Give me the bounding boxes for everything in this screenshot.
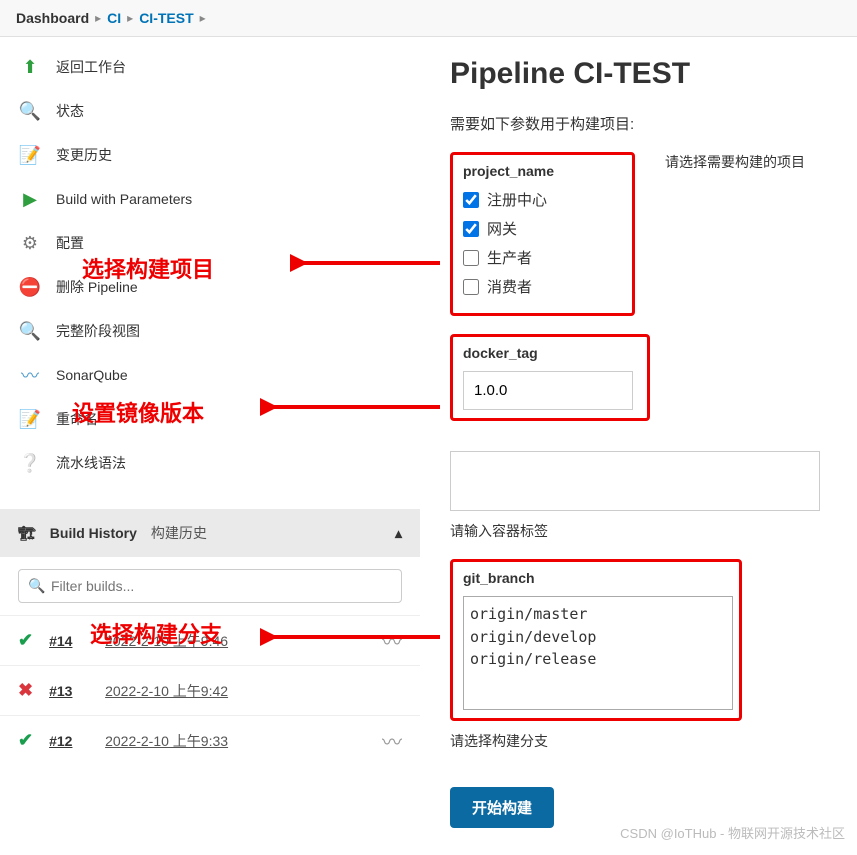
collapse-icon: ▴ xyxy=(395,525,402,542)
project-checkbox[interactable] xyxy=(463,279,479,295)
sidebar-item-label: Build with Parameters xyxy=(56,191,192,207)
build-date-link[interactable]: 2022-2-10 上午9:42 xyxy=(105,681,228,701)
param-label-project: project_name xyxy=(463,163,622,179)
build-date-link[interactable]: 2022-2-10 上午9:46 xyxy=(105,631,228,651)
delete-icon: ⛔ xyxy=(18,275,42,299)
sidebar-item-label: 状态 xyxy=(56,101,84,121)
sidebar-item-syntax[interactable]: ❔ 流水线语法 xyxy=(0,441,420,485)
search-icon: 🔍 xyxy=(18,99,42,123)
project-checkbox[interactable] xyxy=(463,192,479,208)
status-ok-icon: ✔ xyxy=(18,630,33,651)
sidebar-item-stageview[interactable]: 🔍 完整阶段视图 xyxy=(0,309,420,353)
sidebar-item-label: 变更历史 xyxy=(56,145,112,165)
sidebar-item-label: 流水线语法 xyxy=(56,453,126,473)
docker-tag-textarea[interactable] xyxy=(450,451,820,511)
project-checkbox[interactable] xyxy=(463,250,479,266)
param-hint-docker: 请输入容器标签 xyxy=(450,521,857,541)
search-icon: 🔍 xyxy=(28,578,45,595)
sidebar-item-back[interactable]: ⬆ 返回工作台 xyxy=(0,45,420,89)
param-hint-project: 请选择需要构建的项目 xyxy=(665,152,805,172)
edit-icon: 📝 xyxy=(18,407,42,431)
play-icon: ▶ xyxy=(18,187,42,211)
build-history-header[interactable]: 🏗 Build History 构建历史 ▴ xyxy=(0,509,420,557)
breadcrumb-ci[interactable]: CI xyxy=(107,10,121,26)
gear-icon: ⚙ xyxy=(18,231,42,255)
history-icon: 🏗 xyxy=(18,525,36,542)
page-subtitle: 需要如下参数用于构建项目: xyxy=(450,113,857,134)
project-option-label: 生产者 xyxy=(487,247,532,268)
sidebar-item-label: 删除 Pipeline xyxy=(56,277,138,297)
chevron-right-icon: ▸ xyxy=(127,11,133,25)
build-number-link[interactable]: #14 xyxy=(49,633,89,649)
search-icon: 🔍 xyxy=(18,319,42,343)
sidebar-item-changes[interactable]: 📝 变更历史 xyxy=(0,133,420,177)
help-icon: ❔ xyxy=(18,451,42,475)
build-row[interactable]: ✖#132022-2-10 上午9:42〰 xyxy=(0,665,420,715)
sidebar-item-configure[interactable]: ⚙ 配置 xyxy=(0,221,420,265)
project-option-label: 消费者 xyxy=(487,276,532,297)
project-option[interactable]: 注册中心 xyxy=(463,189,622,210)
up-arrow-icon: ⬆ xyxy=(18,55,42,79)
project-option-label: 注册中心 xyxy=(487,189,547,210)
build-button[interactable]: 开始构建 xyxy=(450,787,554,828)
filter-builds-input[interactable] xyxy=(18,569,402,603)
sidebar-item-delete[interactable]: ⛔ 删除 Pipeline xyxy=(0,265,420,309)
breadcrumb-dashboard[interactable]: Dashboard xyxy=(16,10,89,26)
project-option[interactable]: 消费者 xyxy=(463,276,622,297)
sidebar-item-sonarqube[interactable]: 〰 SonarQube xyxy=(0,353,420,397)
build-row[interactable]: ✔ #14 2022-2-10 上午9:46 〰 xyxy=(0,615,420,665)
chevron-right-icon: ▸ xyxy=(95,11,101,25)
build-date-link[interactable]: 2022-2-10 上午9:33 xyxy=(105,731,228,751)
git-branch-select[interactable]: origin/masterorigin/developorigin/releas… xyxy=(463,596,733,710)
watermark: CSDN @IoTHub - 物联网开源技术社区 xyxy=(620,823,845,842)
project-option-label: 网关 xyxy=(487,218,517,239)
trend-icon: 〰 xyxy=(382,626,402,655)
sidebar: ⬆返回工作台 🔍状态 📝变更历史 ▶Build with Parameters … xyxy=(0,37,420,848)
page-title: Pipeline CI-TEST xyxy=(450,57,857,91)
project-option[interactable]: 网关 xyxy=(463,218,622,239)
branch-option[interactable]: origin/master xyxy=(470,603,726,626)
sidebar-item-label: 重命名 xyxy=(56,409,98,429)
sonar-icon: 〰 xyxy=(18,363,42,387)
sidebar-item-label: 返回工作台 xyxy=(56,57,126,77)
param-label-branch: git_branch xyxy=(463,570,729,586)
sidebar-item-label: 完整阶段视图 xyxy=(56,321,140,341)
trend-icon: 〰 xyxy=(382,726,402,755)
branch-option[interactable]: origin/release xyxy=(470,648,726,671)
param-label-docker: docker_tag xyxy=(463,345,637,361)
breadcrumb-project[interactable]: CI-TEST xyxy=(139,10,193,26)
chevron-right-icon: ▸ xyxy=(200,11,206,25)
build-number-link[interactable]: #13 xyxy=(49,683,89,699)
build-number-link[interactable]: #12 xyxy=(49,733,89,749)
param-hint-branch: 请选择构建分支 xyxy=(450,731,857,751)
sidebar-item-label: 配置 xyxy=(56,233,84,253)
sidebar-item-label: SonarQube xyxy=(56,367,128,383)
main-content: Pipeline CI-TEST 需要如下参数用于构建项目: project_n… xyxy=(420,37,857,848)
branch-option[interactable]: origin/develop xyxy=(470,626,726,649)
notepad-icon: 📝 xyxy=(18,143,42,167)
build-history-sublabel: 构建历史 xyxy=(151,523,207,543)
sidebar-item-status[interactable]: 🔍 状态 xyxy=(0,89,420,133)
status-ok-icon: ✔ xyxy=(18,730,33,751)
build-history-label: Build History xyxy=(50,525,137,541)
build-row[interactable]: ✔ #12 2022-2-10 上午9:33 〰 xyxy=(0,715,420,765)
docker-tag-input[interactable] xyxy=(463,371,633,410)
status-fail-icon: ✖ xyxy=(18,680,33,701)
project-checkbox[interactable] xyxy=(463,221,479,237)
project-option[interactable]: 生产者 xyxy=(463,247,622,268)
breadcrumb: Dashboard ▸ CI ▸ CI-TEST ▸ xyxy=(0,0,857,37)
sidebar-item-build-params[interactable]: ▶ Build with Parameters xyxy=(0,177,420,221)
sidebar-item-rename[interactable]: 📝 重命名 xyxy=(0,397,420,441)
